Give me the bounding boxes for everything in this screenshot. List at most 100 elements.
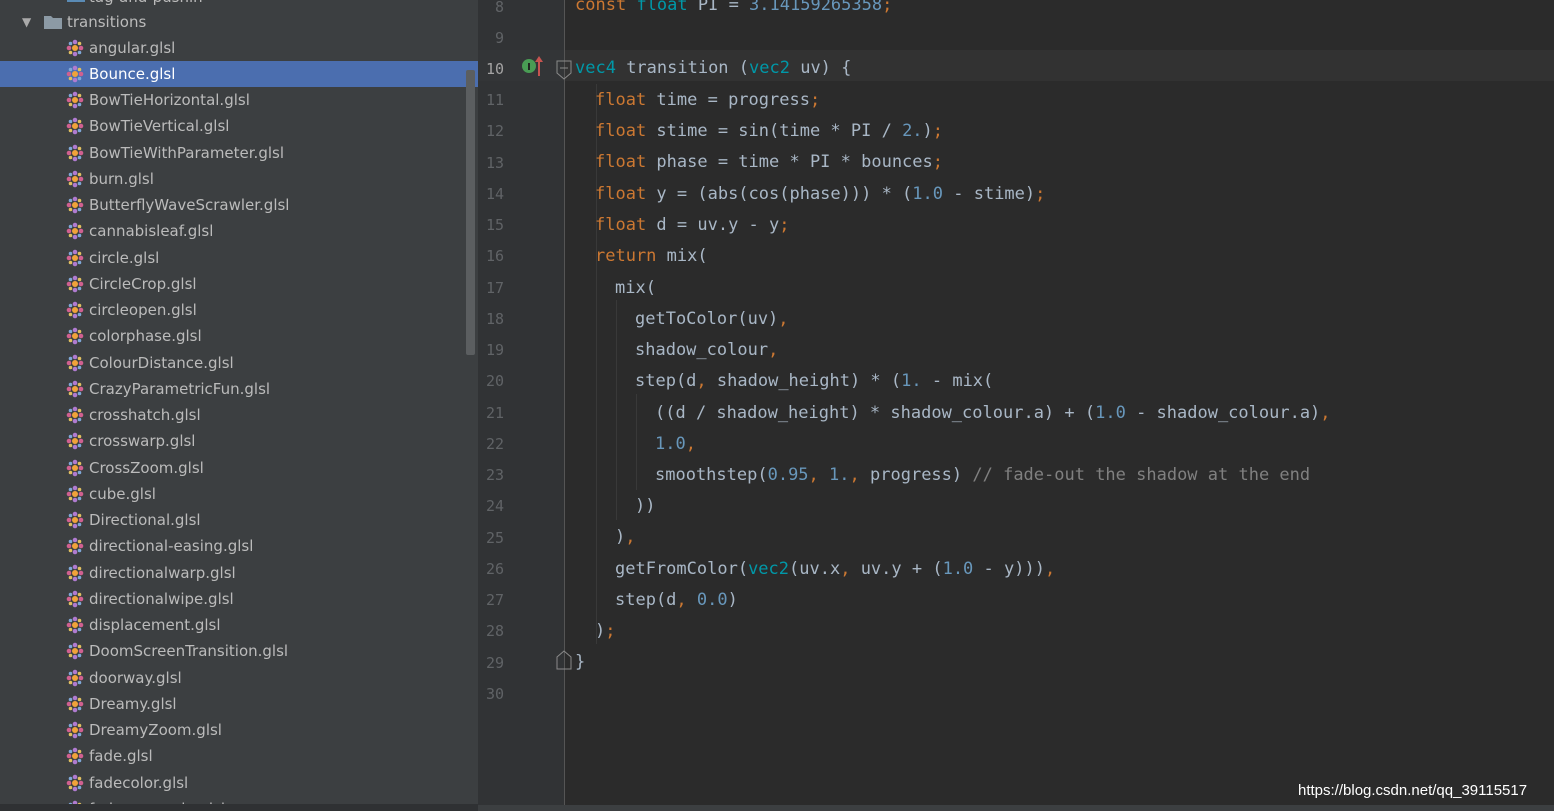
glsl-file-icon <box>66 222 84 240</box>
code-line-27: step(d, 0.0) <box>615 590 738 610</box>
code-line-22: 1.0, <box>655 434 696 454</box>
tree-file-label: cube.glsl <box>89 485 156 503</box>
tree-file-item[interactable]: Dreamy.glsl <box>0 691 478 717</box>
tree-file-item[interactable]: fadecolor.glsl <box>0 770 478 796</box>
code-line-10: vec4 transition (vec2 uv) { <box>575 58 852 78</box>
glsl-file-icon <box>66 196 84 214</box>
glsl-file-icon <box>66 327 84 345</box>
tree-file-label: crosshatch.glsl <box>89 406 201 424</box>
tree-file-item[interactable]: displacement.glsl <box>0 612 478 638</box>
tree-file-item[interactable]: DreamyZoom.glsl <box>0 717 478 743</box>
tree-file-item[interactable]: cube.glsl <box>0 481 478 507</box>
glsl-file-icon <box>66 564 84 582</box>
tree-file-label: directionalwipe.glsl <box>89 590 234 608</box>
tree-file-item[interactable]: directionalwarp.glsl <box>0 560 478 586</box>
fold-end-marker-icon[interactable] <box>556 650 572 670</box>
tree-file-item[interactable]: Bounce.glsl <box>0 61 478 87</box>
glsl-file-icon <box>66 275 84 293</box>
tree-file-item[interactable]: colorphase.glsl <box>0 323 478 349</box>
glsl-file-icon <box>66 91 84 109</box>
tree-file-item[interactable]: ButterflyWaveScrawler.glsl <box>0 192 478 218</box>
tree-file-label: fadecolor.glsl <box>89 774 189 792</box>
glsl-file-icon <box>66 774 84 792</box>
glsl-file-icon <box>66 747 84 765</box>
tree-file-item[interactable]: directional-easing.glsl <box>0 533 478 559</box>
tree-file-label: CrazyParametricFun.glsl <box>89 380 271 398</box>
tree-file-item[interactable]: BowTieWithParameter.glsl <box>0 140 478 166</box>
tree-file-item[interactable]: circle.glsl <box>0 245 478 271</box>
tree-item-partial[interactable]: tag-and-pushin <box>89 0 203 7</box>
tree-file-label: ColourDistance.glsl <box>89 354 234 372</box>
code-line-29: } <box>575 652 586 672</box>
tree-file-item[interactable]: fade.glsl <box>0 743 478 769</box>
code-line-13: float phase = time * PI * bounces; <box>595 152 944 172</box>
line-number: 20 <box>485 372 504 390</box>
line-number: 28 <box>485 622 504 640</box>
tree-file-label: doorway.glsl <box>89 669 182 687</box>
code-line-20: step(d, shadow_height) * (1. - mix( <box>635 371 994 391</box>
tree-file-item[interactable]: doorway.glsl <box>0 665 478 691</box>
folder-icon <box>67 0 85 2</box>
tree-file-label: angular.glsl <box>89 39 176 57</box>
tree-file-item[interactable]: DoomScreenTransition.glsl <box>0 638 478 664</box>
glsl-file-icon <box>66 721 84 739</box>
tree-file-item[interactable]: BowTieVertical.glsl <box>0 113 478 139</box>
tree-file-label: cannabisleaf.glsl <box>89 222 214 240</box>
line-number: 19 <box>485 341 504 359</box>
tree-file-label: CrossZoom.glsl <box>89 459 204 477</box>
line-number: 11 <box>485 91 504 109</box>
line-number: 16 <box>485 247 504 265</box>
line-number: 8 <box>494 0 504 16</box>
tree-file-label: Dreamy.glsl <box>89 695 177 713</box>
code-line-8: const float PI = 3.14159265358; <box>575 0 893 15</box>
glsl-file-icon <box>66 406 84 424</box>
tree-file-item[interactable]: burn.glsl <box>0 166 478 192</box>
code-line-19: shadow_colour, <box>635 340 779 360</box>
indent-guide <box>636 394 637 490</box>
chevron-down-icon[interactable]: ▼ <box>22 15 31 29</box>
line-number: 9 <box>494 29 504 47</box>
tree-file-item[interactable]: ColourDistance.glsl <box>0 350 478 376</box>
tree-scrollbar[interactable] <box>466 70 475 355</box>
tree-file-item[interactable]: Directional.glsl <box>0 507 478 533</box>
tree-file-item[interactable]: BowTieHorizontal.glsl <box>0 87 478 113</box>
glsl-file-icon <box>66 117 84 135</box>
tree-file-item[interactable]: CrossZoom.glsl <box>0 455 478 481</box>
code-line-24: )) <box>635 496 656 516</box>
tree-file-label: burn.glsl <box>89 170 154 188</box>
tree-folder-transitions[interactable]: ▼ transitions <box>0 9 478 35</box>
tree-file-item[interactable]: CrazyParametricFun.glsl <box>0 376 478 402</box>
tree-file-item[interactable]: directionalwipe.glsl <box>0 586 478 612</box>
glsl-file-icon <box>66 170 84 188</box>
glsl-file-icon <box>66 249 84 267</box>
glsl-file-icon <box>66 485 84 503</box>
watermark: https://blog.csdn.net/qq_39115517 <box>1298 782 1528 799</box>
tree-file-label: directionalwarp.glsl <box>89 564 236 582</box>
tree-file-item[interactable]: cannabisleaf.glsl <box>0 218 478 244</box>
tree-file-label: BowTieWithParameter.glsl <box>89 144 284 162</box>
tree-file-label: fade.glsl <box>89 747 153 765</box>
arrow-up-icon[interactable] <box>534 55 544 77</box>
tree-file-label: CircleCrop.glsl <box>89 275 197 293</box>
line-number: 30 <box>485 685 504 703</box>
glsl-file-icon <box>66 144 84 162</box>
tree-file-item[interactable]: circleopen.glsl <box>0 297 478 323</box>
code-line-25: ), <box>615 527 636 547</box>
code-line-16: return mix( <box>595 246 708 266</box>
tree-file-item[interactable]: crosswarp.glsl <box>0 428 478 454</box>
code-line-28: ); <box>595 621 616 641</box>
folder-icon <box>44 16 62 29</box>
glsl-file-icon <box>66 642 84 660</box>
glsl-file-icon <box>66 459 84 477</box>
code-line-17: mix( <box>615 278 656 298</box>
line-number: 24 <box>485 497 504 515</box>
glsl-file-icon <box>66 669 84 687</box>
fold-marker-icon[interactable] <box>556 60 572 80</box>
line-number: 21 <box>485 404 504 422</box>
line-number: 23 <box>485 466 504 484</box>
tree-file-item[interactable]: crosshatch.glsl <box>0 402 478 428</box>
tree-file-item[interactable]: angular.glsl <box>0 35 478 61</box>
tree-file-item[interactable]: CircleCrop.glsl <box>0 271 478 297</box>
svg-text:I: I <box>527 62 531 73</box>
line-number: 12 <box>485 122 504 140</box>
